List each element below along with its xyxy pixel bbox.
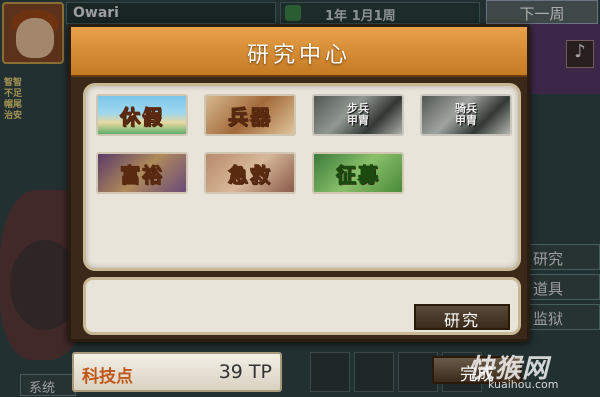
tile-label: 征募 [336,162,380,187]
research-center-dialog: 研究中心 休假 兵器 步兵 甲胄 骑兵 甲胄 富裕 急救 征募 研究 [68,24,530,342]
research-tile-infantry-armor[interactable]: 步兵 甲胄 [312,94,404,136]
research-tile-cavalry-armor[interactable]: 骑兵 甲胄 [420,94,512,136]
research-tile-weapons[interactable]: 兵器 [204,94,296,136]
tech-points-bar: 科技点 39 TP [72,352,282,392]
dialog-title: 研究中心 [246,43,351,68]
watermark-url: kuaihou.com [488,378,559,391]
tile-label: 骑兵 甲胄 [455,102,477,127]
tile-label: 兵器 [228,104,272,129]
research-button[interactable]: 研究 [414,304,510,330]
dialog-header: 研究中心 [71,27,527,77]
research-description-panel: 研究 [83,277,521,335]
tile-label: 急救 [228,162,272,187]
research-grid: 休假 兵器 步兵 甲胄 骑兵 甲胄 富裕 急救 征募 [96,94,512,194]
research-tile-first-aid[interactable]: 急救 [204,152,296,194]
research-tile-wealth[interactable]: 富裕 [96,152,188,194]
research-tile-recruit[interactable]: 征募 [312,152,404,194]
tile-label: 休假 [120,104,164,129]
research-options-panel: 休假 兵器 步兵 甲胄 骑兵 甲胄 富裕 急救 征募 [83,83,521,271]
tile-label: 步兵 甲胄 [347,102,369,127]
tile-label: 富裕 [120,162,164,187]
research-tile-vacation[interactable]: 休假 [96,94,188,136]
tech-points-label: 科技点 [82,367,133,387]
tech-points-value: 39 TP [218,361,272,383]
